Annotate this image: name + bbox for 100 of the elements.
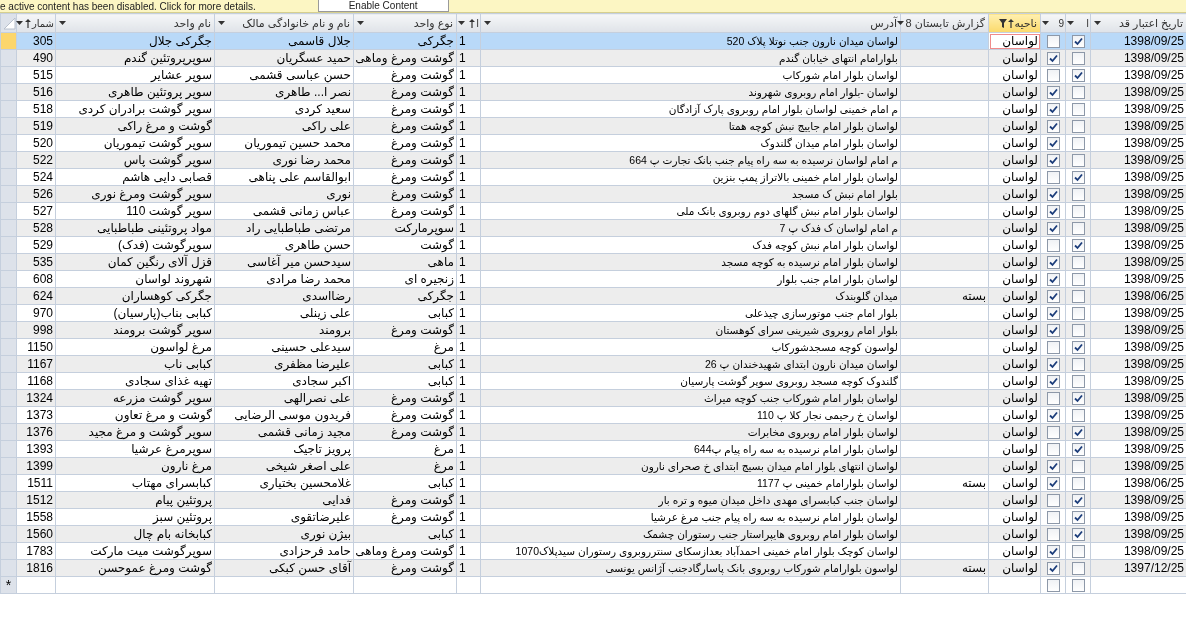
table-cell: پروتئین سبز [55, 508, 215, 526]
checkbox[interactable] [1071, 307, 1085, 321]
dropdown-arrow-icon[interactable] [458, 21, 465, 25]
checkbox[interactable] [1046, 443, 1060, 457]
checkbox[interactable] [1046, 562, 1060, 576]
checkbox[interactable] [1046, 409, 1060, 423]
checkbox[interactable] [1071, 86, 1085, 100]
dropdown-arrow-icon[interactable] [1067, 21, 1074, 25]
checkbox[interactable] [1046, 341, 1060, 355]
checkbox[interactable] [1046, 273, 1060, 287]
column-header[interactable]: ا [1065, 13, 1091, 33]
checkbox[interactable] [1071, 205, 1085, 219]
checkbox[interactable] [1046, 188, 1060, 202]
checkbox[interactable] [1046, 256, 1060, 270]
dropdown-arrow-icon[interactable] [896, 21, 904, 25]
checkbox[interactable] [1046, 205, 1060, 219]
column-header[interactable]: آدرس [480, 13, 901, 33]
checkbox[interactable] [1071, 562, 1085, 576]
checkbox[interactable] [1071, 426, 1085, 440]
column-header[interactable]: تاریخ اعتبار قد [1090, 13, 1186, 33]
checkbox[interactable] [1071, 239, 1085, 253]
checkbox[interactable] [1046, 477, 1060, 491]
checkbox[interactable] [1071, 358, 1085, 372]
checkbox[interactable] [1046, 137, 1060, 151]
enable-content-button[interactable]: Enable Content [317, 0, 449, 12]
checkbox[interactable] [1046, 86, 1060, 100]
checkbox[interactable] [1071, 545, 1085, 559]
table-cell: 1398/09/25 [1090, 236, 1186, 254]
dropdown-arrow-icon[interactable] [357, 21, 364, 25]
checkbox[interactable] [1046, 460, 1060, 474]
dropdown-arrow-icon[interactable] [1042, 21, 1049, 25]
table-cell: محمد حسین تیموریان [214, 134, 354, 152]
checkbox[interactable] [1046, 358, 1060, 372]
table-cell: لواسان [988, 270, 1041, 288]
filter-icon[interactable] [998, 18, 1007, 28]
checkbox[interactable] [1046, 290, 1060, 304]
checkbox[interactable] [1046, 35, 1060, 49]
checkbox[interactable] [1071, 375, 1085, 389]
column-header[interactable]: نوع واحد [353, 13, 457, 33]
column-header[interactable]: نام واحد [55, 13, 215, 33]
table-cell: لواسان بلوار امام نرسیده به سه راه پیام جنب مرغ عرشیا [480, 508, 901, 526]
checkbox[interactable] [1046, 154, 1060, 168]
checkbox[interactable] [1046, 528, 1060, 542]
checkbox[interactable] [1046, 103, 1060, 117]
dropdown-arrow-icon[interactable] [218, 21, 225, 25]
table-cell: 1398/09/25 [1090, 304, 1186, 322]
checkbox[interactable] [1071, 392, 1085, 406]
dropdown-arrow-icon[interactable] [1094, 21, 1101, 25]
checkbox[interactable] [1046, 52, 1060, 66]
checkbox[interactable] [1071, 35, 1085, 49]
dropdown-arrow-icon[interactable] [484, 21, 491, 25]
checkbox[interactable] [1046, 511, 1060, 525]
checkbox[interactable] [1071, 154, 1085, 168]
table-cell: 1 [456, 406, 481, 424]
dropdown-arrow-icon[interactable] [59, 21, 66, 25]
checkbox[interactable] [1046, 392, 1060, 406]
table-cell: لواسان [988, 168, 1041, 186]
checkbox[interactable] [1046, 426, 1060, 440]
checkbox[interactable] [1071, 103, 1085, 117]
checkbox[interactable] [1046, 324, 1060, 338]
checkbox[interactable] [1046, 545, 1060, 559]
checkbox[interactable] [1046, 375, 1060, 389]
column-header[interactable]: گزارش تابستان 8 [900, 13, 989, 33]
checkbox[interactable] [1071, 324, 1085, 338]
checkbox[interactable] [1071, 528, 1085, 542]
checkbox[interactable] [1071, 290, 1085, 304]
table-cell: حسن طاهری [214, 236, 354, 254]
checkbox[interactable] [1071, 443, 1085, 457]
checkbox[interactable] [1071, 222, 1085, 236]
checkbox[interactable] [1046, 307, 1060, 321]
checkbox[interactable] [1071, 171, 1085, 185]
checkbox[interactable] [1046, 239, 1060, 253]
checkbox[interactable] [1071, 579, 1085, 593]
checkbox[interactable] [1071, 188, 1085, 202]
checkbox[interactable] [1046, 171, 1060, 185]
column-header[interactable]: 9 [1040, 13, 1066, 33]
checkbox[interactable] [1071, 477, 1085, 491]
checkbox[interactable] [1071, 256, 1085, 270]
checkbox[interactable] [1071, 341, 1085, 355]
checkbox[interactable] [1046, 222, 1060, 236]
checkbox[interactable] [1071, 69, 1085, 83]
dropdown-arrow-icon[interactable] [15, 21, 23, 25]
checkbox[interactable] [1071, 120, 1085, 134]
column-header[interactable]: ا [456, 13, 481, 33]
checkbox[interactable] [1071, 273, 1085, 287]
checkbox[interactable] [1046, 120, 1060, 134]
checkbox[interactable] [1071, 52, 1085, 66]
checkbox[interactable] [1071, 494, 1085, 508]
column-header[interactable]: نام و نام خانوادگی مالک [214, 13, 354, 33]
checkbox[interactable] [1071, 460, 1085, 474]
column-header[interactable]: شمار [16, 13, 56, 33]
column-header[interactable]: ناحیه [988, 13, 1041, 33]
checkbox[interactable] [1046, 69, 1060, 83]
checkbox[interactable] [1071, 511, 1085, 525]
checkbox[interactable] [1046, 579, 1060, 593]
checkbox[interactable] [1071, 137, 1085, 151]
table-cell: لواسان [988, 134, 1041, 152]
checkbox[interactable] [1071, 409, 1085, 423]
table-cell: پرویز تاجیک [214, 440, 354, 458]
checkbox[interactable] [1046, 494, 1060, 508]
